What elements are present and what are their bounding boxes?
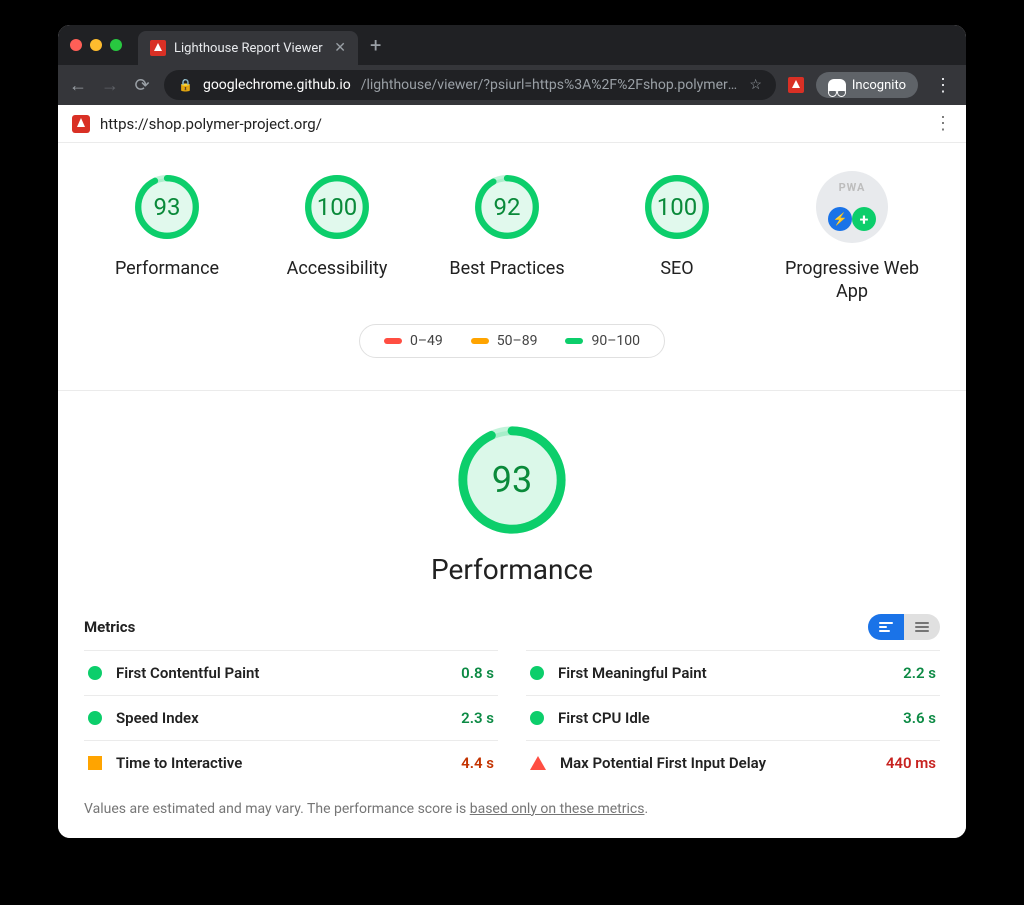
performance-section: 93 Performance Metrics [58,391,966,837]
metric-max-fid[interactable]: Max Potential First Input Delay 440 ms [526,740,940,785]
window-controls [70,39,122,51]
gauge-accessibility[interactable]: 100 Accessibility [272,171,402,304]
gauge-score: 93 [131,171,203,243]
performance-big-gauge: 93 [453,421,571,539]
status-pass-icon [530,711,544,725]
gauge-pwa[interactable]: PWA ⚡ + Progressive Web App [782,171,922,304]
toolbar: ← → ⟳ 🔒 googlechrome.github.io/lighthous… [58,65,966,105]
swatch-pass-icon [565,338,583,344]
gauge-score: 92 [471,171,543,243]
titlebar: Lighthouse Report Viewer ✕ + [58,25,966,65]
lighthouse-favicon-icon [150,40,166,56]
metrics-view-toggle [868,614,940,640]
url-host: googlechrome.github.io [203,77,351,93]
report-menu-button[interactable]: ⋮ [934,113,952,134]
gauge-performance[interactable]: 93 Performance [102,171,232,304]
pwa-badge-icon: PWA ⚡ + [816,171,888,243]
address-bar[interactable]: 🔒 googlechrome.github.io/lighthouse/view… [164,70,776,100]
legend-pass: 90–100 [565,333,640,349]
incognito-badge[interactable]: Incognito [816,72,918,98]
status-fail-icon [530,756,546,770]
legend-fail: 0–49 [384,333,443,349]
gauge-label: Progressive Web App [782,257,922,304]
metric-first-meaningful-paint[interactable]: First Meaningful Paint 2.2 s [526,650,940,695]
toggle-expanded-button[interactable] [904,614,940,640]
section-title: Performance [431,553,593,586]
close-tab-button[interactable]: ✕ [334,40,346,56]
gauge-score: 100 [301,171,373,243]
disclaimer-link[interactable]: based only on these metrics [470,801,645,817]
gauge-score: 100 [641,171,713,243]
metrics-heading: Metrics [84,618,135,636]
status-pass-icon [530,666,544,680]
status-pass-icon [88,711,102,725]
lighthouse-icon [72,115,90,133]
metric-first-contentful-paint[interactable]: First Contentful Paint 0.8 s [84,650,498,695]
metric-speed-index[interactable]: Speed Index 2.3 s [84,695,498,740]
metric-first-cpu-idle[interactable]: First CPU Idle 3.6 s [526,695,940,740]
pwa-fast-icon: ⚡ [828,207,852,231]
maximize-window-button[interactable] [110,39,122,51]
gauge-seo[interactable]: 100 SEO [612,171,742,304]
gauge-label: SEO [660,257,693,280]
score-legend: 0–49 50–89 90–100 [58,324,966,358]
legend-average: 50–89 [471,333,538,349]
forward-button[interactable]: → [100,75,120,96]
minimize-window-button[interactable] [90,39,102,51]
swatch-avg-icon [471,338,489,344]
gauge-label: Best Practices [449,257,564,280]
browser-menu-button[interactable]: ⋮ [930,75,956,96]
tab-title: Lighthouse Report Viewer [174,41,323,56]
close-window-button[interactable] [70,39,82,51]
gauge-label: Accessibility [287,257,388,280]
toggle-concise-button[interactable] [868,614,904,640]
report-content[interactable]: 93 Performance 100 Accessibility [58,143,966,838]
score-gauges: 93 Performance 100 Accessibility [58,143,966,324]
gauge-label: Performance [115,257,219,280]
tested-url: https://shop.polymer-project.org/ [100,115,322,133]
back-button[interactable]: ← [68,75,88,96]
status-pass-icon [88,666,102,680]
url-path: /lighthouse/viewer/?psiurl=https%3A%2F%2… [361,77,740,93]
gauge-best-practices[interactable]: 92 Best Practices [442,171,572,304]
incognito-icon [828,79,846,91]
bookmark-star-icon[interactable]: ☆ [749,77,762,93]
report-header: https://shop.polymer-project.org/ ⋮ [58,105,966,143]
browser-tab[interactable]: Lighthouse Report Viewer ✕ [138,31,358,65]
incognito-label: Incognito [852,78,906,93]
metrics-disclaimer: Values are estimated and may vary. The p… [84,801,940,817]
metric-time-to-interactive[interactable]: Time to Interactive 4.4 s [84,740,498,785]
browser-window: Lighthouse Report Viewer ✕ + ← → ⟳ 🔒 goo… [58,25,966,838]
lighthouse-extension-icon[interactable] [788,77,804,93]
reload-button[interactable]: ⟳ [132,75,152,96]
metrics-grid: First Contentful Paint 0.8 s First Meani… [84,650,940,785]
swatch-fail-icon [384,338,402,344]
new-tab-button[interactable]: + [370,33,381,57]
pwa-installable-icon: + [852,207,876,231]
lock-icon: 🔒 [178,78,193,92]
status-average-icon [88,756,102,770]
big-gauge-score: 93 [453,421,571,539]
